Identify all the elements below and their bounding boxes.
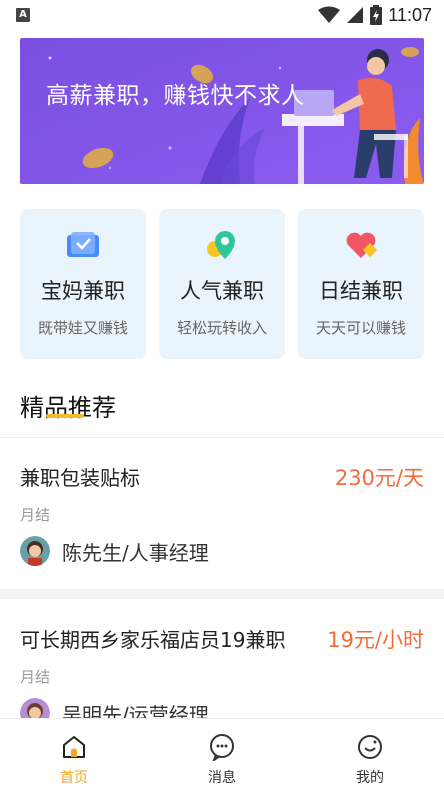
- avatar: [20, 698, 50, 718]
- battery-icon: [370, 5, 383, 25]
- nav-label: 我的: [356, 770, 384, 786]
- section-underline: [46, 414, 84, 418]
- divider: [0, 437, 444, 438]
- status-icons: 11:07: [318, 5, 432, 26]
- banner-title: 高薪兼职，赚钱快不求人: [46, 83, 305, 109]
- list-separator: [0, 589, 444, 599]
- bottom-nav: 首页 消息 我的: [0, 718, 444, 788]
- job-title: 兼职包装贴标: [20, 466, 140, 490]
- location-icon: [207, 231, 235, 259]
- job-card[interactable]: 兼职包装贴标 230元/天 月结 陈先生/人事经理: [20, 462, 424, 572]
- job-poster: 陈先生/人事经理: [20, 536, 209, 566]
- message-icon: [210, 734, 234, 761]
- job-salary: 19元/小时: [327, 628, 424, 652]
- signal-icon: [347, 7, 364, 23]
- job-card[interactable]: 可长期西乡家乐福店员19兼职 19元/小时 月结 吴明先/运营经理: [20, 624, 424, 718]
- category-subtitle: 天天可以赚钱: [315, 319, 406, 337]
- wifi-icon: [318, 6, 341, 23]
- category-card-renqi[interactable]: 人气兼职 轻松玩转收入: [159, 209, 285, 359]
- nav-profile[interactable]: 我的: [296, 719, 444, 788]
- job-pay-cycle: 月结: [20, 668, 51, 686]
- nav-label: 消息: [208, 770, 236, 786]
- job-poster: 吴明先/运营经理: [20, 698, 209, 718]
- job-title: 可长期西乡家乐福店员19兼职: [20, 628, 286, 652]
- category-title: 人气兼职: [180, 279, 264, 303]
- job-pay-cycle: 月结: [20, 506, 51, 524]
- smile-icon: [358, 735, 382, 759]
- category-subtitle: 轻松玩转收入: [176, 319, 267, 337]
- notification-icon: A: [16, 8, 30, 22]
- heart-icon: [346, 232, 378, 258]
- banner-illustration: [20, 38, 424, 184]
- job-salary: 230元/天: [334, 466, 424, 490]
- promo-banner[interactable]: 高薪兼职，赚钱快不求人: [20, 38, 424, 184]
- avatar: [20, 536, 50, 566]
- category-subtitle: 既带娃又赚钱: [37, 319, 128, 337]
- home-icon: [63, 736, 85, 758]
- category-card-baoma[interactable]: 宝妈兼职 既带娃又赚钱: [20, 209, 146, 359]
- category-card-rijie[interactable]: 日结兼职 天天可以赚钱: [298, 209, 424, 359]
- poster-name: 陈先生/人事经理: [62, 540, 209, 565]
- nav-messages[interactable]: 消息: [148, 719, 296, 788]
- category-title: 宝妈兼职: [41, 279, 125, 303]
- card-icon: [67, 232, 99, 257]
- nav-home[interactable]: 首页: [0, 719, 148, 788]
- poster-name: 吴明先/运营经理: [62, 702, 209, 719]
- status-bar: A 11:07: [0, 0, 444, 30]
- nav-label: 首页: [60, 770, 88, 786]
- category-cards: 宝妈兼职 既带娃又赚钱 人气兼职 轻松玩转收入 日结兼职 天天可以赚钱: [20, 209, 424, 359]
- category-title: 日结兼职: [319, 279, 403, 303]
- clock: 11:07: [388, 4, 432, 25]
